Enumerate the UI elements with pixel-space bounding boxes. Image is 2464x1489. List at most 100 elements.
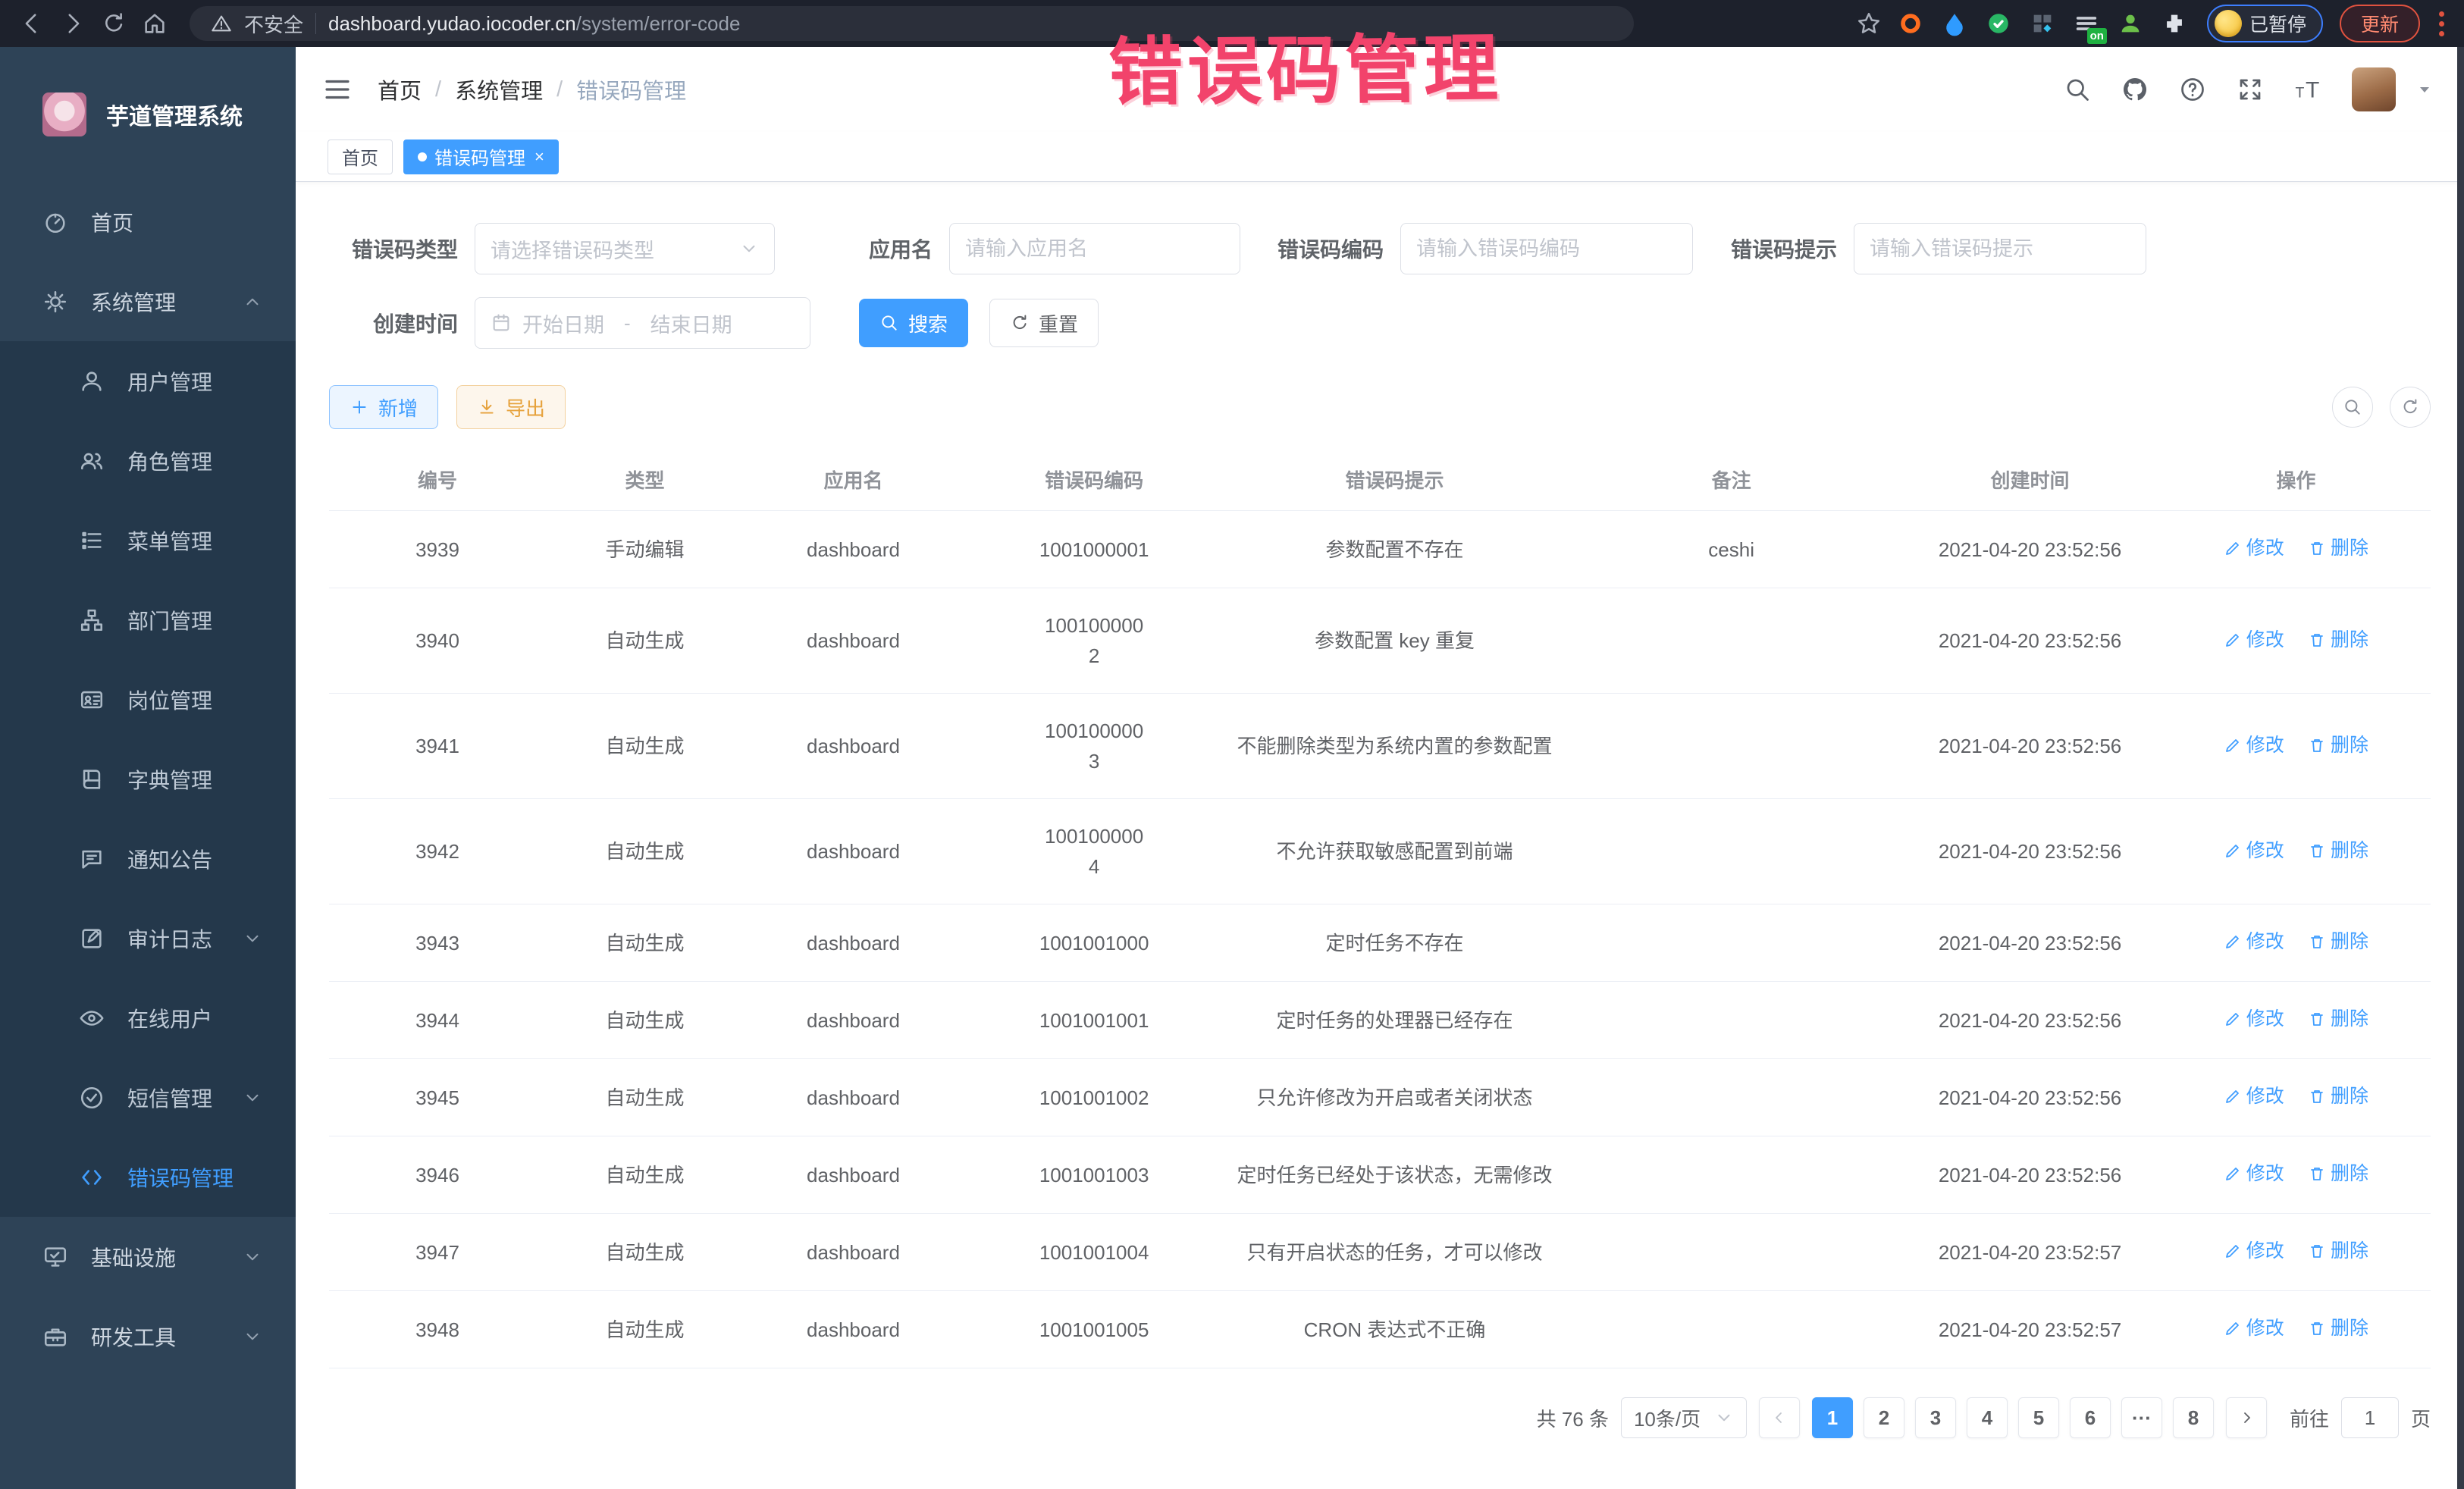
browser-menu-icon[interactable]: [2434, 11, 2449, 36]
page-button-3[interactable]: 3: [1915, 1397, 1956, 1438]
orange-ring-extension-icon[interactable]: [1892, 5, 1930, 42]
hamburger-icon[interactable]: [321, 74, 353, 105]
goto-page-input[interactable]: [2341, 1397, 2399, 1438]
edit-link[interactable]: 修改: [2224, 835, 2284, 866]
browser-update-button[interactable]: 更新: [2340, 5, 2420, 42]
page-button-1[interactable]: 1: [1812, 1397, 1853, 1438]
toggle-search-icon[interactable]: [2332, 387, 2373, 428]
export-button[interactable]: 导出: [456, 385, 566, 429]
green-person-extension-icon[interactable]: [2111, 5, 2149, 42]
delete-link[interactable]: 删除: [2308, 1081, 2368, 1111]
cell-app: dashboard: [744, 1059, 963, 1136]
sidebar-item-infrastructure[interactable]: 基础设施: [0, 1217, 296, 1296]
search-button[interactable]: 搜索: [859, 299, 968, 347]
users-icon: [79, 448, 105, 474]
avatar-caret-icon[interactable]: [2415, 80, 2434, 99]
cell-type: 自动生成: [546, 1136, 744, 1214]
scrollbar[interactable]: [2457, 47, 2464, 1489]
delete-link[interactable]: 删除: [2308, 835, 2368, 866]
reload-icon[interactable]: [97, 7, 130, 40]
edit-link[interactable]: 修改: [2224, 1158, 2284, 1189]
sidebar-item-system-management[interactable]: 系统管理: [0, 262, 296, 341]
delete-link[interactable]: 删除: [2308, 625, 2368, 655]
next-page-button[interactable]: [2226, 1397, 2267, 1438]
add-button[interactable]: 新增: [329, 385, 438, 429]
puzzle-extension-icon[interactable]: [2155, 5, 2193, 42]
cell-type: 自动生成: [546, 694, 744, 799]
app-name-input[interactable]: [965, 237, 1224, 261]
sidebar-item-home[interactable]: 首页: [0, 182, 296, 262]
page-button-8[interactable]: 8: [2173, 1397, 2214, 1438]
sidebar-item-post-management[interactable]: 岗位管理: [0, 660, 296, 739]
address-bar[interactable]: 不安全 dashboard.yudao.iocoder.cn/system/er…: [190, 6, 1634, 41]
edit-link[interactable]: 修改: [2224, 625, 2284, 655]
column-header: 操作: [2161, 449, 2431, 511]
delete-link[interactable]: 删除: [2308, 926, 2368, 957]
user-avatar[interactable]: [2352, 67, 2396, 111]
sidebar-item-online-users[interactable]: 在线用户: [0, 978, 296, 1058]
tag-error-code[interactable]: 错误码管理 ×: [403, 139, 559, 174]
edit-link[interactable]: 修改: [2224, 1004, 2284, 1034]
sidebar-item-dept-management[interactable]: 部门管理: [0, 580, 296, 660]
breadcrumb-home[interactable]: 首页: [378, 74, 422, 105]
breadcrumb-system[interactable]: 系统管理: [455, 74, 543, 105]
fullscreen-icon[interactable]: [2237, 76, 2264, 103]
sidebar-item-user-management[interactable]: 用户管理: [0, 341, 296, 421]
grid-extension-icon[interactable]: [2024, 5, 2061, 42]
back-icon[interactable]: [15, 7, 49, 40]
profile-paused-badge[interactable]: 已暂停: [2207, 5, 2323, 42]
switch-on-extension-icon[interactable]: on: [2067, 5, 2105, 42]
page-button-4[interactable]: 4: [1967, 1397, 2008, 1438]
page-button-5[interactable]: 5: [2018, 1397, 2059, 1438]
tag-home[interactable]: 首页: [328, 139, 393, 174]
page-ellipsis[interactable]: ···: [2121, 1397, 2162, 1438]
delete-link[interactable]: 删除: [2308, 1236, 2368, 1266]
table-toolbar: 新增 导出: [329, 385, 2431, 429]
logo-row[interactable]: 芋道管理系统: [0, 47, 296, 182]
table-row: 3940 自动生成 dashboard 100100000 2 参数配置 key…: [329, 588, 2431, 694]
delete-link[interactable]: 删除: [2308, 1004, 2368, 1034]
sidebar-item-menu-management[interactable]: 菜单管理: [0, 500, 296, 580]
filter-row-1: 错误码类型 请选择错误码类型 应用名 错误码编码 错误码提示: [329, 223, 2431, 274]
reset-button[interactable]: 重置: [989, 299, 1099, 347]
sidebar-item-notice-announcement[interactable]: 通知公告: [0, 819, 296, 898]
forward-icon[interactable]: [56, 7, 89, 40]
sidebar-item-dict-management[interactable]: 字典管理: [0, 739, 296, 819]
home-icon[interactable]: [138, 7, 171, 40]
cell-hint: 只有开启状态的任务，才可以修改: [1225, 1214, 1564, 1291]
sidebar-item-error-code-management[interactable]: 错误码管理: [0, 1137, 296, 1217]
sidebar-item-audit-log[interactable]: 审计日志: [0, 898, 296, 978]
page-size-select[interactable]: 10条/页: [1621, 1397, 1747, 1438]
error-hint-input[interactable]: [1870, 237, 2130, 261]
delete-link[interactable]: 删除: [2308, 1313, 2368, 1343]
help-icon[interactable]: [2179, 76, 2206, 103]
error-code-input[interactable]: [1416, 237, 1677, 261]
page-button-2[interactable]: 2: [1864, 1397, 1904, 1438]
github-icon[interactable]: [2121, 76, 2149, 103]
edit-link[interactable]: 修改: [2224, 926, 2284, 957]
date-range-picker[interactable]: 开始日期 - 结束日期: [475, 297, 810, 349]
edit-link[interactable]: 修改: [2224, 1236, 2284, 1266]
edit-link[interactable]: 修改: [2224, 1081, 2284, 1111]
sidebar-item-role-management[interactable]: 角色管理: [0, 421, 296, 500]
sidebar-item-sms-management[interactable]: 短信管理: [0, 1058, 296, 1137]
sidebar-item-dev-tools[interactable]: 研发工具: [0, 1296, 296, 1376]
delete-link[interactable]: 删除: [2308, 730, 2368, 760]
page-button-6[interactable]: 6: [2070, 1397, 2111, 1438]
bookmark-star-icon[interactable]: [1852, 7, 1886, 40]
prev-page-button[interactable]: [1759, 1397, 1800, 1438]
cell-created: 2021-04-20 23:52:56: [1898, 511, 2161, 588]
green-circle-extension-icon[interactable]: [1980, 5, 2017, 42]
edit-link[interactable]: 修改: [2224, 730, 2284, 760]
cell-remark: [1564, 1214, 1899, 1291]
blue-drop-extension-icon[interactable]: [1936, 5, 1973, 42]
refresh-icon[interactable]: [2390, 387, 2431, 428]
tag-close-icon[interactable]: ×: [534, 147, 544, 167]
delete-link[interactable]: 删除: [2308, 1158, 2368, 1189]
edit-link[interactable]: 修改: [2224, 533, 2284, 563]
header-search-icon[interactable]: [2064, 76, 2091, 103]
edit-link[interactable]: 修改: [2224, 1313, 2284, 1343]
delete-link[interactable]: 删除: [2308, 533, 2368, 563]
error-type-select[interactable]: 请选择错误码类型: [475, 223, 775, 274]
font-size-icon[interactable]: TT: [2294, 76, 2321, 103]
